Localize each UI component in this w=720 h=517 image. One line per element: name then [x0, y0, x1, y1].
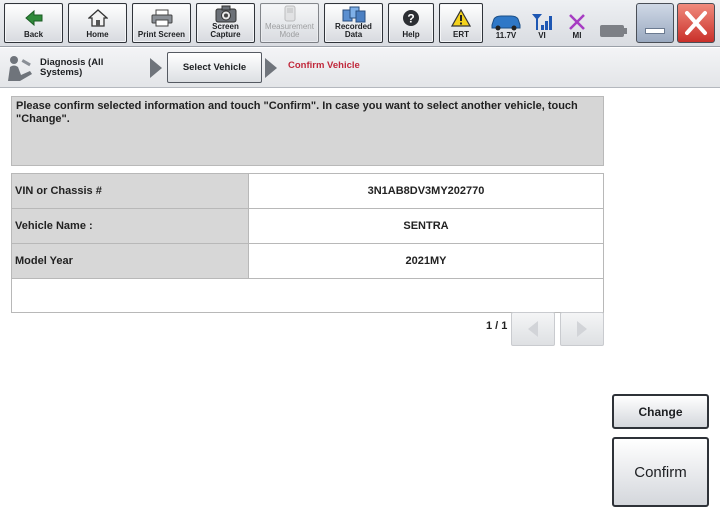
camera-icon	[215, 5, 236, 22]
warning-icon	[451, 8, 471, 27]
measurement-icon	[284, 5, 295, 21]
home-button-label: Home	[86, 30, 109, 39]
change-button[interactable]: Change	[612, 394, 709, 429]
breadcrumb-chevron-icon	[265, 58, 277, 78]
home-button[interactable]: Home	[68, 3, 127, 43]
page-count: 1 / 1	[486, 320, 508, 332]
battery-icon	[600, 25, 627, 37]
mechanic-icon	[8, 56, 32, 81]
screen-capture-button[interactable]: Screen Capture	[196, 3, 255, 43]
help-button[interactable]: ? Help	[388, 3, 434, 43]
ert-button[interactable]: ERT	[439, 3, 483, 43]
home-icon	[87, 8, 108, 27]
mi-status: MI	[558, 3, 596, 43]
breadcrumb: Diagnosis (All Systems) Select Vehicle C…	[0, 48, 720, 88]
measurement-mode-button-label: Measurement Mode	[265, 22, 314, 39]
car-icon	[491, 15, 521, 31]
breadcrumb-diagnosis[interactable]: Diagnosis (All Systems)	[4, 53, 144, 83]
close-button[interactable]	[677, 3, 715, 43]
ert-button-label: ERT	[453, 30, 469, 39]
recorded-data-button-label: Recorded Data	[335, 22, 372, 39]
back-button[interactable]: Back	[4, 3, 63, 43]
breadcrumb-current-step: Confirm Vehicle	[288, 60, 360, 71]
breadcrumb-diagnosis-label: Diagnosis (All Systems)	[40, 57, 104, 78]
vehicle-name-value: SENTRA	[248, 208, 604, 244]
printer-icon	[151, 9, 172, 26]
recorded-data-button[interactable]: Recorded Data	[324, 3, 383, 43]
svg-text:?: ?	[407, 11, 414, 25]
next-page-button[interactable]	[560, 312, 604, 346]
confirm-button[interactable]: Confirm	[612, 437, 709, 507]
previous-page-button[interactable]	[511, 312, 555, 346]
recorded-data-icon	[342, 6, 365, 22]
back-arrow-icon	[24, 9, 42, 26]
print-screen-button-label: Print Screen	[137, 30, 186, 39]
arrow-left-icon	[528, 321, 538, 337]
device-status	[594, 3, 632, 43]
vi-status: VI	[523, 3, 561, 43]
table-row-empty	[11, 278, 604, 313]
battery-status: 11.7V	[487, 3, 525, 43]
measurement-mode-button[interactable]: Measurement Mode	[260, 3, 319, 43]
disconnected-x-icon	[569, 14, 585, 30]
help-button-label: Help	[402, 30, 420, 39]
model-year-label: Model Year	[11, 243, 249, 279]
help-icon: ?	[403, 9, 419, 26]
table-row: Vehicle Name : SENTRA	[11, 208, 604, 244]
empty-cell	[11, 278, 604, 313]
back-button-label: Back	[23, 30, 44, 39]
model-year-value: 2021MY	[248, 243, 604, 279]
table-row: Model Year 2021MY	[11, 243, 604, 279]
close-icon	[685, 11, 707, 35]
breadcrumb-chevron-icon	[150, 58, 162, 78]
print-screen-button[interactable]: Print Screen	[132, 3, 191, 43]
signal-icon	[532, 14, 552, 30]
vin-value: 3N1AB8DV3MY202770	[248, 173, 604, 209]
toolbar: Back Home Print Screen Screen Capture Me…	[0, 0, 720, 47]
screen-capture-button-label: Screen Capture	[210, 22, 241, 39]
select-vehicle-button[interactable]: Select Vehicle	[167, 52, 262, 83]
minimize-button[interactable]	[636, 3, 674, 43]
table-row: VIN or Chassis # 3N1AB8DV3MY202770	[11, 173, 604, 209]
instruction-message: Please confirm selected information and …	[11, 96, 604, 166]
vehicle-info-table: VIN or Chassis # 3N1AB8DV3MY202770 Vehic…	[11, 173, 604, 313]
battery-voltage: 11.7V	[495, 31, 517, 40]
arrow-right-icon	[577, 321, 587, 337]
mi-label: MI	[572, 31, 582, 40]
vehicle-name-label: Vehicle Name :	[11, 208, 249, 244]
vin-label: VIN or Chassis #	[11, 173, 249, 209]
vi-label: VI	[538, 31, 546, 40]
